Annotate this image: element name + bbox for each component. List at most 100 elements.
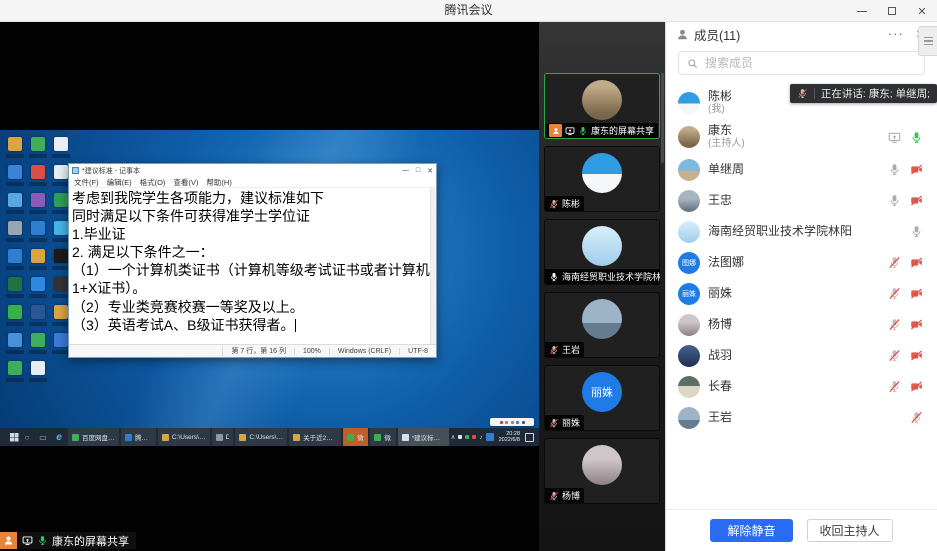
member-name: 长春: [708, 380, 732, 394]
taskbar-button-baidu-netdisk[interactable]: 百度网盘 用户…: [68, 428, 119, 446]
member-row-wangzhong[interactable]: 王忠: [666, 185, 937, 216]
taskbar-clock[interactable]: 20:28 2022/6/8: [497, 431, 522, 444]
screen-share-icon[interactable]: [888, 131, 901, 144]
camera-off-icon[interactable]: [910, 256, 923, 269]
desktop-icon-this-pc: [8, 165, 22, 179]
camera-off-icon[interactable]: [910, 194, 923, 207]
notepad-line: 2. 满足以下条件之一：: [72, 243, 433, 261]
member-row-shanjizhou[interactable]: 单继周: [666, 154, 937, 185]
desktop-icon-excel: [8, 277, 22, 291]
camera-off-icon[interactable]: [910, 380, 923, 393]
menu-edit[interactable]: 编辑(E): [107, 177, 132, 188]
taskbar-button-wechat-flashing[interactable]: 微信: [343, 428, 368, 446]
more-options-icon[interactable]: ···: [888, 29, 904, 39]
avatar: [678, 376, 700, 398]
camera-off-icon[interactable]: [910, 318, 923, 331]
tray-icon[interactable]: [465, 435, 469, 439]
member-row-zhanyu[interactable]: 战羽: [666, 340, 937, 371]
tray-expand-icon[interactable]: ∧: [451, 433, 456, 441]
desktop-icon-app: [54, 277, 68, 291]
taskbar-button-explorer[interactable]: C:\Users\Admi…: [158, 428, 210, 446]
member-name: 康东: [708, 124, 745, 138]
member-search-box[interactable]: [678, 51, 925, 75]
video-thumbnail-chenbin[interactable]: 陈彬: [544, 146, 660, 212]
tencent-meeting-window: 腾讯会议 ✕: [0, 0, 937, 551]
search-button[interactable]: ○: [20, 428, 34, 446]
mic-muted-icon[interactable]: [888, 256, 901, 269]
video-thumbnail-kangdong[interactable]: 康东的屏幕共享: [544, 73, 660, 139]
reclaim-host-button[interactable]: 收回主持人: [807, 519, 893, 542]
mic-on-icon[interactable]: [910, 131, 923, 144]
taskbar-button-wechat[interactable]: 微信: [370, 428, 395, 446]
tray-icon[interactable]: [472, 435, 476, 439]
taskbar-button-dl[interactable]: DL: [212, 428, 234, 446]
input-method-icon[interactable]: [486, 433, 494, 441]
mic-muted-icon[interactable]: [888, 349, 901, 362]
notepad-line: （1）一个计算机类证书（计算机等级考试证书或者计算机: [72, 261, 433, 279]
taskbar-button-folder[interactable]: 关于近2届国际…: [289, 428, 341, 446]
member-row-yangbo[interactable]: 杨博: [666, 309, 937, 340]
mic-icon[interactable]: [888, 163, 901, 176]
notepad-maximize-button[interactable]: □: [416, 167, 420, 174]
video-thumbnail-yangbo[interactable]: 杨博: [544, 438, 660, 504]
meeting-float-toolbar[interactable]: [490, 418, 534, 426]
mic-muted-icon: [549, 345, 559, 355]
camera-off-icon[interactable]: [910, 163, 923, 176]
member-name: 王忠: [708, 194, 732, 208]
camera-off-icon[interactable]: [910, 287, 923, 300]
member-row-linyang[interactable]: 海南经贸职业技术学院林阳: [666, 216, 937, 247]
desktop-icon-app: [31, 165, 45, 179]
taskbar-button-meeting[interactable]: 腾讯会议: [121, 428, 156, 446]
notepad-line: 考虑到我院学生各项能力，建议标准如下: [72, 189, 433, 207]
mic-icon[interactable]: [888, 194, 901, 207]
minimize-button[interactable]: [847, 0, 877, 22]
search-input[interactable]: [703, 55, 916, 71]
member-row-lishu[interactable]: 丽姝 丽姝: [666, 278, 937, 309]
video-thumbnail-wangyan[interactable]: 王岩: [544, 292, 660, 358]
member-row-fatuna[interactable]: 图娜 法图娜: [666, 247, 937, 278]
mic-muted-icon[interactable]: [910, 411, 923, 424]
start-button[interactable]: [2, 428, 18, 446]
desktop-icon-document: [54, 165, 68, 179]
cursor-position: 第 7 行，第 16 列: [222, 346, 293, 356]
mic-muted-icon[interactable]: [888, 318, 901, 331]
video-thumbnail-linyang[interactable]: 海南经贸职业技术学院林阳: [544, 219, 660, 285]
mic-muted-icon[interactable]: [888, 380, 901, 393]
ie-taskbar-icon[interactable]: e: [52, 428, 66, 446]
avatar: [582, 153, 622, 193]
notepad-minimize-button[interactable]: —: [402, 167, 409, 174]
notepad-titlebar: *建议标准 - 记事本 — □ ✕: [69, 164, 436, 177]
panel-collapse-button[interactable]: [918, 26, 937, 56]
notepad-close-button[interactable]: ✕: [427, 167, 433, 175]
notepad-text-area[interactable]: 考虑到我院学生各项能力，建议标准如下 同时满足以下条件可获得准学士学位证 1.毕…: [69, 188, 436, 344]
close-button[interactable]: ✕: [907, 0, 937, 22]
menu-help[interactable]: 帮助(H): [206, 177, 231, 188]
member-row-kangdong[interactable]: 康东 (主持人): [666, 120, 937, 154]
mic-muted-icon: [549, 491, 559, 501]
tray-icon[interactable]: [458, 435, 462, 439]
unmute-button[interactable]: 解除静音: [710, 519, 792, 542]
menu-file[interactable]: 文件(F): [74, 177, 99, 188]
volume-icon[interactable]: ♪: [479, 434, 482, 441]
shared-desktop: *建议标准 - 记事本 — □ ✕ 文件(F) 编辑(E) 格式(O) 查看(V…: [0, 130, 539, 446]
task-view-button[interactable]: ▭: [36, 428, 50, 446]
mic-icon[interactable]: [910, 225, 923, 238]
camera-off-icon[interactable]: [910, 349, 923, 362]
taskbar-button-explorer[interactable]: C:\Users\Admi…: [235, 428, 287, 446]
toolbar-icon: [522, 421, 525, 424]
menu-view[interactable]: 查看(V): [173, 177, 198, 188]
record-dot-icon: [500, 421, 503, 424]
member-row-changchun[interactable]: 长春: [666, 371, 937, 402]
action-center-icon[interactable]: [525, 433, 534, 442]
desktop-icon-wps: [8, 333, 22, 347]
restore-button[interactable]: [877, 0, 907, 22]
person-icon: [3, 535, 14, 546]
member-row-wangyan[interactable]: 王岩: [666, 402, 937, 433]
thumbnail-label: 陈彬: [562, 197, 580, 210]
menu-format[interactable]: 格式(O): [140, 177, 166, 188]
thumbnail-scrollbar[interactable]: [661, 73, 664, 513]
video-thumbnail-lishu[interactable]: 丽姝 丽姝: [544, 365, 660, 431]
mic-muted-icon[interactable]: [888, 287, 901, 300]
search-icon: [687, 58, 698, 69]
taskbar-button-notepad[interactable]: *建议标准 - 记…: [398, 428, 449, 446]
